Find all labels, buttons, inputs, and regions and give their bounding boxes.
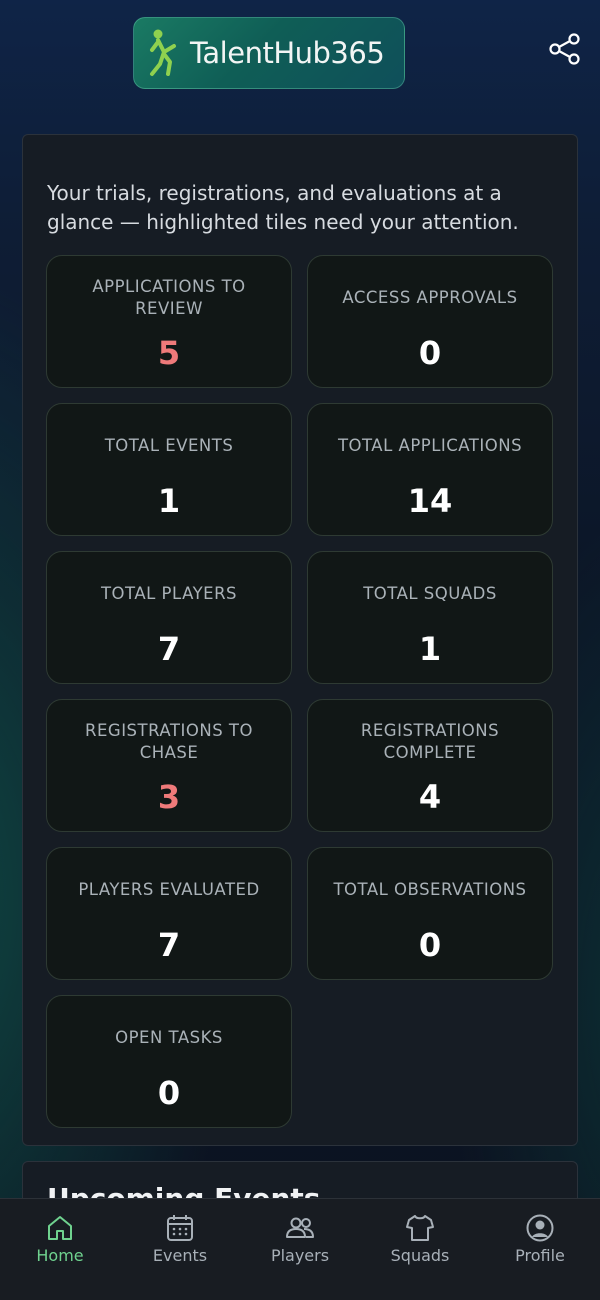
tile-label: ACCESS APPROVALS: [342, 288, 518, 307]
tile-label: PLAYERS EVALUATED: [78, 880, 260, 899]
share-icon[interactable]: [548, 32, 582, 66]
bottom-navigation: Home Events Players Squads Profile: [0, 1198, 600, 1300]
tile-registrations-to-chase[interactable]: REGISTRATIONS TO CHASE 3: [46, 699, 292, 832]
brand-name: TalentHub365: [190, 36, 385, 70]
tile-value: 14: [407, 482, 453, 520]
tile-total-squads[interactable]: TOTAL SQUADS 1: [307, 551, 553, 684]
tile-label: REGISTRATIONS COMPLETE: [360, 721, 500, 762]
tile-value: 0: [157, 1074, 181, 1112]
nav-events[interactable]: Events: [120, 1199, 240, 1300]
home-icon: [48, 1216, 72, 1240]
tile-label: TOTAL EVENTS: [104, 436, 234, 455]
nav-label: Events: [152, 1246, 208, 1265]
runner-logo-icon: [150, 29, 176, 76]
tile-registrations-complete[interactable]: REGISTRATIONS COMPLETE 4: [307, 699, 553, 832]
tile-value: 7: [157, 630, 181, 668]
tile-total-applications[interactable]: TOTAL APPLICATIONS 14: [307, 403, 553, 536]
tile-label: APPLICATIONS TO REVIEW: [92, 277, 246, 318]
tile-value: 5: [157, 334, 181, 372]
nav-label: Players: [270, 1246, 330, 1265]
tile-total-observations[interactable]: TOTAL OBSERVATIONS 0: [307, 847, 553, 980]
nav-label: Squads: [390, 1246, 450, 1265]
summary-panel: Your trials, registrations, and evaluati…: [22, 134, 578, 1146]
calendar-icon: [167, 1215, 193, 1241]
tile-value: 1: [418, 630, 442, 668]
tile-value: 4: [418, 778, 442, 816]
summary-intro: Your trials, registrations, and evaluati…: [47, 181, 519, 234]
tile-value: 1: [157, 482, 181, 520]
tile-value: 3: [157, 778, 181, 816]
players-icon: [286, 1217, 314, 1238]
tile-players-evaluated[interactable]: PLAYERS EVALUATED 7: [46, 847, 292, 980]
tile-label: TOTAL APPLICATIONS: [337, 436, 523, 455]
tile-label: REGISTRATIONS TO CHASE: [85, 721, 253, 762]
tile-total-players[interactable]: TOTAL PLAYERS 7: [46, 551, 292, 684]
tile-total-events[interactable]: TOTAL EVENTS 1: [46, 403, 292, 536]
tile-label: OPEN TASKS: [115, 1028, 223, 1047]
tile-label: TOTAL SQUADS: [363, 584, 497, 603]
shirt-icon: [406, 1215, 434, 1241]
tile-label: TOTAL PLAYERS: [100, 584, 238, 603]
nav-label: Profile: [515, 1246, 565, 1265]
tile-open-tasks[interactable]: OPEN TASKS 0: [46, 995, 292, 1128]
app-header: TalentHub365: [0, 0, 600, 110]
tile-access-approvals[interactable]: ACCESS APPROVALS 0: [307, 255, 553, 388]
nav-players[interactable]: Players: [240, 1199, 360, 1300]
nav-home[interactable]: Home: [0, 1199, 120, 1300]
brand-logo[interactable]: TalentHub365: [133, 17, 405, 89]
nav-label: Home: [36, 1246, 84, 1265]
tile-applications-to-review[interactable]: APPLICATIONS TO REVIEW 5: [46, 255, 292, 388]
nav-squads[interactable]: Squads: [360, 1199, 480, 1300]
tile-value: 0: [418, 334, 442, 372]
nav-profile[interactable]: Profile: [480, 1199, 600, 1300]
tile-value: 7: [157, 926, 181, 964]
profile-icon: [526, 1214, 554, 1242]
tile-value: 0: [418, 926, 442, 964]
tile-label: TOTAL OBSERVATIONS: [333, 880, 527, 899]
